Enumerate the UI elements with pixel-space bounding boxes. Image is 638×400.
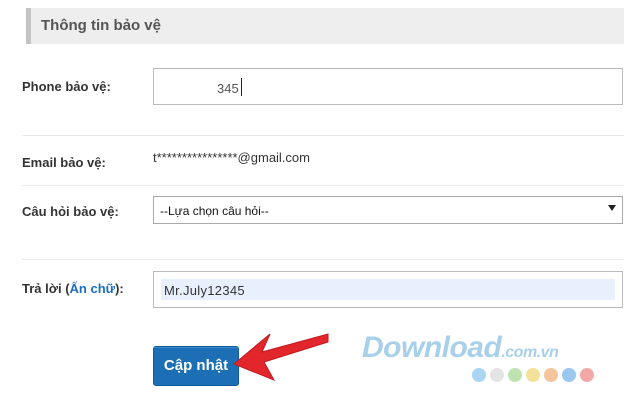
dropdown-arrow-icon — [608, 205, 616, 211]
phone-label: Phone bảo vệ: — [22, 79, 111, 94]
divider — [22, 135, 624, 136]
watermark-dot — [562, 368, 576, 382]
watermark-dot — [580, 368, 594, 382]
email-label: Email bảo vệ: — [22, 155, 106, 170]
watermark-dots — [472, 368, 594, 382]
divider — [22, 185, 624, 186]
update-button[interactable]: Cập nhật — [153, 346, 239, 386]
watermark-dot — [508, 368, 522, 382]
watermark-dot — [490, 368, 504, 382]
question-label: Câu hỏi bảo vệ: — [22, 204, 119, 219]
arrow-icon — [233, 333, 329, 381]
phone-input[interactable]: 345 — [153, 68, 623, 105]
download-watermark-logo: Download.com.vn — [362, 331, 559, 365]
answer-label-prefix: Trả lời ( — [22, 281, 70, 296]
phone-value: 345 — [217, 81, 239, 96]
watermark-dot — [544, 368, 558, 382]
watermark-dot — [526, 368, 540, 382]
text-caret — [241, 78, 242, 96]
watermark-dot — [472, 368, 486, 382]
email-value: t****************@gmail.com — [153, 150, 310, 165]
answer-label: Trả lời (Ẩn chữ): — [22, 281, 124, 296]
watermark-sub: .com.vn — [501, 344, 559, 361]
answer-value: Mr.July12345 — [164, 283, 245, 298]
question-select[interactable]: --Lựa chọn câu hỏi-- — [153, 196, 623, 224]
answer-input[interactable]: Mr.July12345 — [153, 271, 623, 308]
section-header: Thông tin bảo vệ — [26, 8, 624, 44]
answer-label-suffix: ): — [115, 281, 124, 296]
hide-text-link[interactable]: Ẩn chữ — [70, 281, 116, 296]
section-title: Thông tin bảo vệ — [41, 17, 161, 34]
watermark-main: Download — [362, 331, 502, 364]
question-selected-value: --Lựa chọn câu hỏi-- — [160, 204, 269, 218]
divider — [22, 259, 624, 260]
